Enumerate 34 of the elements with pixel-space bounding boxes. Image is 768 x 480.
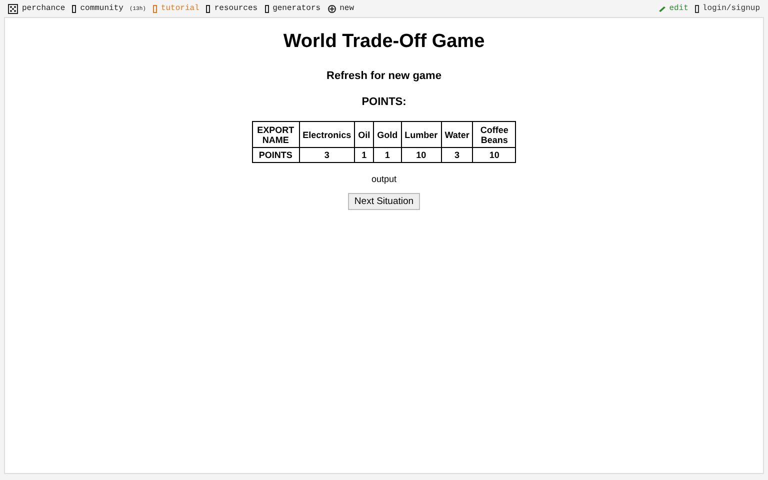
table-cell: POINTS (252, 148, 300, 162)
table-cell: 10 (472, 148, 516, 162)
subtitle: Refresh for new game (326, 70, 442, 82)
dice-icon (8, 4, 18, 14)
points-label: POINTS: (362, 96, 406, 108)
table-cell: 1 (354, 148, 374, 162)
nav-link[interactable]: generators (272, 4, 321, 13)
output-text: output (371, 174, 397, 184)
table-cell: 1 (374, 148, 402, 162)
column-header: Electronics (299, 122, 355, 148)
table-cell: 10 (401, 148, 442, 162)
glyph-box-icon (152, 4, 157, 12)
column-header: Gold (374, 122, 402, 148)
column-header: EXPORT NAME (252, 122, 300, 148)
nav-link[interactable]: resources (214, 4, 258, 13)
column-header: Coffee Beans (472, 122, 516, 148)
table-cell: 3 (441, 148, 473, 162)
table-cell: 3 (299, 148, 355, 162)
nav-link[interactable]: edit (669, 4, 688, 13)
nav-link[interactable]: perchance (22, 4, 66, 13)
column-header: Water (441, 122, 473, 148)
plus-circle-icon (328, 4, 336, 12)
nav-link[interactable]: new (340, 4, 354, 13)
page-title: World Trade-Off Game (283, 31, 485, 53)
next-situation-button[interactable]: Next Situation (348, 193, 420, 210)
column-header: Lumber (401, 122, 442, 148)
glyph-box-icon (206, 4, 210, 12)
glyph-box-icon (72, 4, 76, 12)
glyph-box-icon (264, 4, 269, 12)
nav-link[interactable]: community (80, 4, 124, 13)
pencil-icon (659, 6, 666, 12)
column-header: Oil (354, 122, 374, 148)
glyph-box-icon (695, 4, 700, 12)
nav-link[interactable]: login/signup (702, 4, 760, 13)
